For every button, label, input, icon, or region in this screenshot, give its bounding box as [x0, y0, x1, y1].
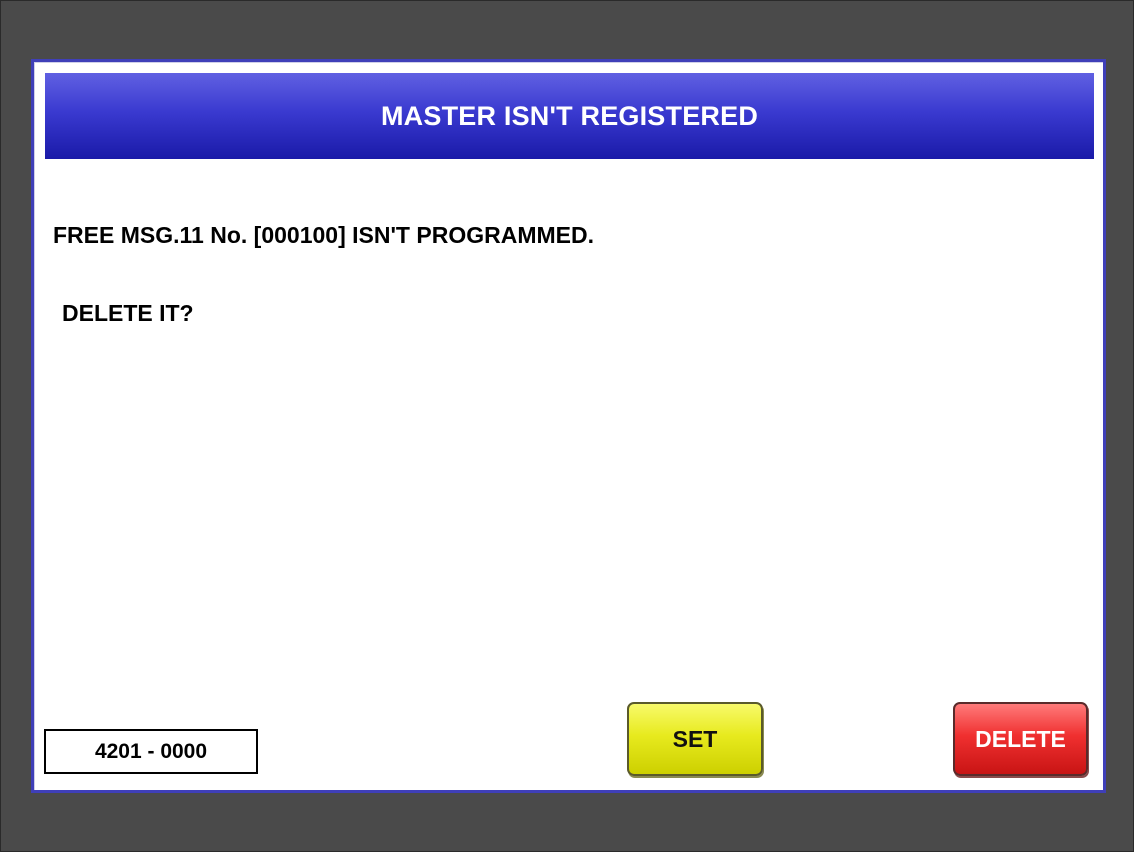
dialog-title: MASTER ISN'T REGISTERED	[380, 100, 759, 131]
status-code-box: 4201 - 0000	[44, 729, 258, 774]
delete-button-label: DELETE	[975, 725, 1066, 752]
set-button[interactable]: SET	[627, 702, 763, 776]
set-button-label: SET	[672, 725, 718, 752]
dialog-title-bar: MASTER ISN'T REGISTERED	[45, 73, 1094, 159]
message-dialog: MASTER ISN'T REGISTERED FREE MSG.11 No. …	[31, 59, 1106, 793]
delete-button[interactable]: DELETE	[953, 702, 1088, 776]
error-message: FREE MSG.11 No. [000100] ISN'T PROGRAMME…	[53, 222, 594, 248]
screen-background: MASTER ISN'T REGISTERED FREE MSG.11 No. …	[0, 0, 1134, 852]
status-code: 4201 - 0000	[94, 739, 208, 763]
confirm-question: DELETE IT?	[62, 300, 194, 326]
